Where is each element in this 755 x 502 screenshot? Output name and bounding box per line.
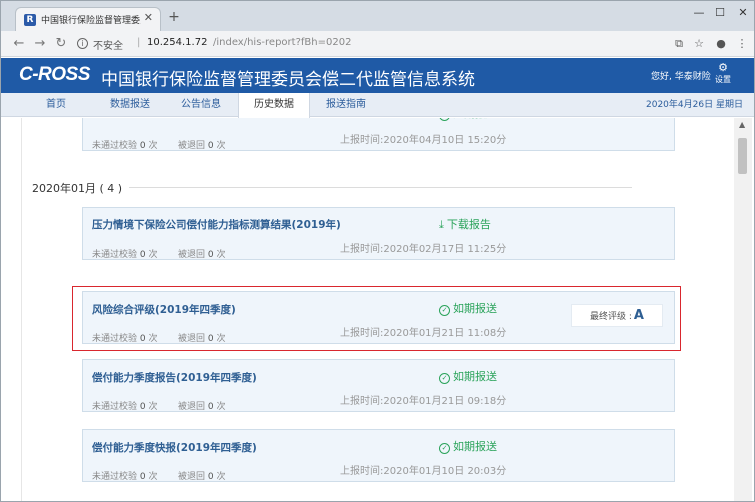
current-date: 2020年4月26日 星期日	[646, 100, 743, 110]
nav-item-guide[interactable]: 报送指南	[311, 93, 381, 117]
month-heading: 2020年01月 ( 4 )	[32, 182, 123, 195]
settings-label: 设置	[715, 75, 731, 84]
status-label: ✓如期报送	[439, 368, 497, 384]
close-window-icon[interactable]: ✕	[734, 6, 752, 20]
download-icon: ⤓	[439, 218, 444, 231]
report-card[interactable]: 偿付能力季度快报(2019年四季度) ✓ 如期报送 未通过校验 0 次 被退回 0…	[82, 429, 675, 482]
scroll-thumb[interactable]	[738, 138, 747, 174]
returned-stat: 被退回 0 次	[178, 141, 226, 151]
menu-kebab-icon[interactable]: ⋮	[734, 36, 750, 52]
browser-tab[interactable]: R 中国银行保险监督管理委员会 ✕	[15, 7, 161, 31]
settings-button[interactable]: ⚙ 设置	[714, 61, 732, 85]
returned-stat: 被退回 0 次	[178, 402, 226, 412]
vertical-scrollbar[interactable]: ▲	[734, 118, 752, 501]
separator: |	[137, 37, 141, 48]
close-tab-icon[interactable]: ✕	[144, 11, 153, 24]
new-tab-icon[interactable]: +	[166, 9, 182, 25]
fail-check-stat: 未通过校验 0 次	[92, 472, 158, 482]
forward-arrow-icon[interactable]: →	[32, 36, 48, 52]
report-title[interactable]: 压力情境下保险公司偿付能力指标测算结果(2019年)	[92, 217, 342, 233]
browser-window: R 中国银行保险监督管理委员会 ✕ + — ☐ ✕ ← → ↻ i 不安全 | …	[0, 0, 755, 502]
download-report-link[interactable]: ⤓ 下载报告	[439, 216, 491, 232]
returned-stat: 被退回 0 次	[178, 472, 226, 482]
scroll-up-icon[interactable]: ▲	[739, 120, 745, 129]
site-header: C-ROSS 中国银行保险监督管理委员会偿二代监管信息系统 您好, 华泰财险 ⚙…	[1, 58, 754, 93]
info-icon[interactable]: i	[77, 38, 88, 49]
url-path: /index/his-report?fBh=0202	[213, 37, 352, 48]
security-label: 不安全	[93, 41, 123, 52]
submit-time: 上报时间:2020年04月10日 15:20分	[340, 135, 507, 146]
check-circle-icon: ✓	[439, 373, 450, 384]
submit-time: 上报时间:2020年01月21日 09:18分	[340, 396, 507, 407]
check-circle-icon: ✓	[439, 118, 450, 121]
browser-toolbar: ← → ↻ i 不安全 | 10.254.1.72 /index/his-rep…	[1, 31, 754, 57]
tab-strip: R 中国银行保险监督管理委员会 ✕ + — ☐ ✕	[1, 1, 754, 31]
check-circle-icon: ✓	[439, 443, 450, 454]
highlight-box	[72, 286, 681, 351]
report-card[interactable]: ✓如期报送 未通过校验 0 次 被退回 0 次 上报时间:2020年04月10日…	[82, 118, 675, 151]
translate-icon[interactable]: ⧉	[671, 36, 687, 52]
url-host: 10.254.1.72	[147, 37, 208, 48]
maximize-icon[interactable]: ☐	[711, 6, 729, 20]
nav-item-history[interactable]: 历史数据	[238, 93, 310, 118]
status-label: ✓如期报送	[439, 438, 497, 454]
logo: C-ROSS	[19, 64, 90, 85]
report-title[interactable]: 偿付能力季度快报(2019年四季度)	[92, 440, 342, 456]
user-greeting: 您好, 华泰财险	[651, 72, 711, 82]
nav-item-home[interactable]: 首页	[21, 93, 91, 117]
report-card[interactable]: 偿付能力季度报告(2019年四季度) ✓ 如期报送 未通过校验 0 次 被退回 0…	[82, 359, 675, 412]
favicon-icon: R	[24, 14, 36, 26]
profile-icon[interactable]: ●	[713, 36, 729, 52]
history-content: ✓如期报送 未通过校验 0 次 被退回 0 次 上报时间:2020年04月10日…	[1, 118, 754, 501]
returned-stat: 被退回 0 次	[178, 250, 226, 260]
report-title[interactable]: 偿付能力季度报告(2019年四季度)	[92, 370, 342, 386]
minimize-icon[interactable]: —	[690, 6, 708, 20]
fail-check-stat: 未通过校验 0 次	[92, 250, 158, 260]
fail-check-stat: 未通过校验 0 次	[92, 402, 158, 412]
fail-check-stat: 未通过校验 0 次	[92, 141, 158, 151]
main-nav: 首页 数据报送 公告信息 历史数据 报送指南 2020年4月26日 星期日	[1, 93, 754, 118]
back-arrow-icon[interactable]: ←	[11, 36, 27, 52]
submit-time: 上报时间:2020年02月17日 11:25分	[340, 244, 507, 255]
address-bar[interactable]: i 不安全 | 10.254.1.72 /index/his-report?fB…	[73, 34, 683, 54]
nav-item-announcements[interactable]: 公告信息	[166, 93, 236, 117]
submit-time: 上报时间:2020年01月10日 20:03分	[340, 466, 507, 477]
report-card[interactable]: 压力情境下保险公司偿付能力指标测算结果(2019年) ⤓ 下载报告 未通过校验 0…	[82, 207, 675, 260]
nav-item-data-submit[interactable]: 数据报送	[95, 93, 165, 117]
tab-title: 中国银行保险监督管理委员会	[41, 16, 141, 26]
divider	[21, 118, 22, 501]
status-label: ✓如期报送	[439, 118, 497, 121]
bookmark-star-icon[interactable]: ☆	[691, 36, 707, 52]
divider	[129, 187, 632, 188]
reload-icon[interactable]: ↻	[53, 36, 69, 52]
site-title: 中国银行保险监督管理委员会偿二代监管信息系统	[101, 70, 475, 90]
gear-icon: ⚙	[718, 61, 728, 74]
